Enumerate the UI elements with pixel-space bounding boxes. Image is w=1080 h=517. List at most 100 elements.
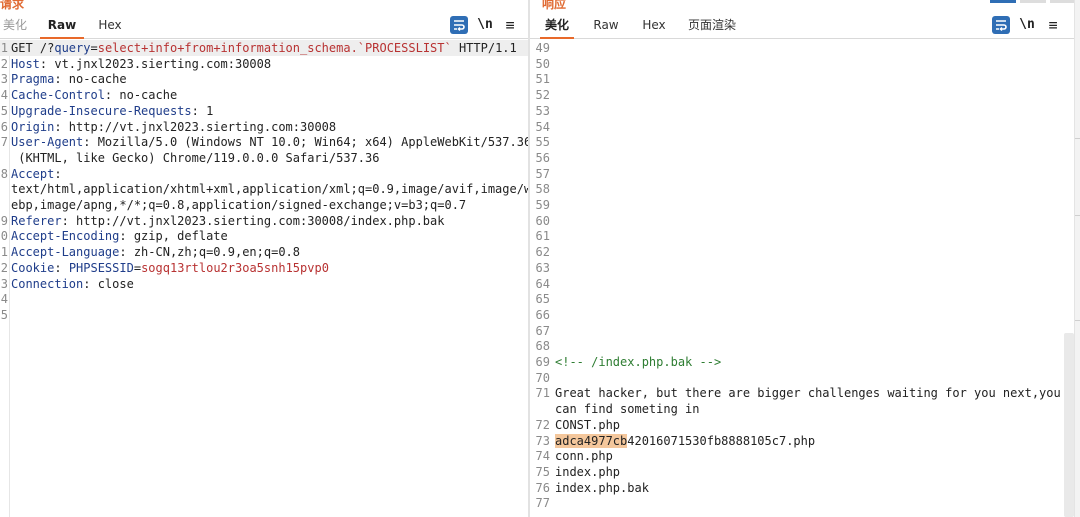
line-number: 77	[535, 496, 550, 511]
line-text[interactable]: Accept-Encoding: gzip, deflate	[11, 228, 228, 244]
code-line: 3 Connection: close	[0, 276, 528, 292]
line-number: 59	[535, 198, 550, 212]
newline-icon[interactable]: \n	[476, 16, 494, 34]
response-tab-raw[interactable]: Raw	[588, 12, 624, 39]
response-scrollbar[interactable]	[1064, 333, 1074, 517]
line-text[interactable]: Connection: close	[11, 276, 134, 292]
request-editor[interactable]: 1 GET /?query=select+info+from+informatio…	[0, 40, 528, 517]
wrap-lines-icon[interactable]	[450, 16, 468, 34]
line-text[interactable]: Host: vt.jnxl2023.sierting.com:30008	[11, 56, 271, 72]
line-text[interactable]: Referer: http://vt.jnxl2023.sierting.com…	[11, 213, 444, 229]
code-token: Cookie	[11, 260, 55, 275]
line-text[interactable]: index.php	[555, 464, 620, 480]
line-text[interactable]: (KHTML, like Gecko) Chrome/119.0.0.0 Saf…	[11, 150, 379, 166]
code-line: 65	[530, 291, 1080, 307]
line-text[interactable]: text/html,application/xhtml+xml,applicat…	[11, 181, 528, 197]
line-number: 4	[0, 88, 8, 103]
wrap-lines-icon[interactable]	[992, 16, 1010, 34]
line-text[interactable]: adca4977cb42016071530fb8888105c7.php	[555, 433, 815, 449]
menu-icon[interactable]: ≡	[1044, 16, 1062, 34]
code-token: conn.php	[555, 449, 613, 464]
line-number: 58	[535, 182, 550, 197]
code-token: <!-- /index.php.bak -->	[555, 355, 722, 369]
response-tab-render[interactable]: 页面渲染	[686, 12, 738, 39]
selected-text: adca4977cb	[555, 433, 628, 448]
code-token: query	[54, 41, 91, 55]
line-number: 49	[535, 41, 550, 55]
code-line: 62	[530, 244, 1080, 260]
code-line: 51	[530, 71, 1080, 87]
line-number: 76	[535, 480, 550, 495]
line-number: 0	[0, 229, 8, 244]
code-token: : Mozilla/5.0 (Windows NT 10.0; Win64; x…	[83, 135, 528, 150]
request-tab-pretty[interactable]: 美化	[0, 12, 30, 39]
code-line: 73 adca4977cb42016071530fb8888105c7.php	[530, 433, 1080, 449]
request-tab-raw[interactable]: Raw	[40, 12, 84, 39]
code-token: : no-cache	[104, 88, 178, 103]
code-token: Accept-Encoding	[11, 229, 120, 244]
code-line: 75 index.php	[530, 464, 1080, 480]
line-text[interactable]: User-Agent: Mozilla/5.0 (Windows NT 10.0…	[11, 134, 528, 150]
code-line: 7 User-Agent: Mozilla/5.0 (Windows NT 10.…	[0, 134, 528, 150]
code-line: 1 GET /?query=select+info+from+informatio…	[0, 40, 528, 56]
code-token: PHPSESSID	[68, 260, 134, 275]
code-line: 4 Cache-Control: no-cache	[0, 87, 528, 103]
line-text[interactable]: conn.php	[555, 448, 613, 464]
line-number: 57	[535, 166, 550, 181]
code-token: Pragma	[11, 72, 55, 87]
line-number: 1	[0, 41, 8, 55]
menu-icon[interactable]: ≡	[501, 16, 519, 34]
code-token: Upgrade-Insecure-Requests	[11, 103, 192, 118]
code-token: =	[90, 41, 98, 55]
line-text[interactable]: Great hacker, but there are bigger chall…	[555, 385, 1061, 401]
line-text[interactable]: ebp,image/apng,*/*;q=0.8,application/sig…	[11, 197, 466, 213]
line-text[interactable]: Accept:	[11, 166, 62, 182]
code-token: text/html,application/xhtml+xml,applicat…	[11, 182, 528, 197]
line-number: 56	[535, 150, 550, 165]
code-line: 56	[530, 150, 1080, 166]
code-token: : http://vt.jnxl2023.sierting.com:30008/…	[61, 213, 445, 228]
request-tab-hex[interactable]: Hex	[92, 12, 128, 39]
code-token: sogq13rtlou2r3oa5snh15pvp0	[141, 260, 329, 275]
response-tab-pretty[interactable]: 美化	[540, 12, 574, 39]
code-line: 55	[530, 134, 1080, 150]
response-editor[interactable]: 49 50 51 52 53 54 55 56 57 58 59 60 61 62 63 64 65 66 67 68…	[530, 40, 1080, 517]
code-token: =	[133, 260, 142, 275]
line-number: 9	[0, 213, 8, 228]
code-token: :	[54, 166, 62, 181]
newline-icon[interactable]: \n	[1018, 16, 1036, 34]
line-text[interactable]: Cookie: PHPSESSID=sogq13rtlou2r3oa5snh15…	[11, 260, 329, 276]
line-text[interactable]: Upgrade-Insecure-Requests: 1	[11, 103, 213, 119]
code-line: ebp,image/apng,*/*;q=0.8,application/sig…	[0, 197, 528, 213]
line-text[interactable]: can find someting in	[555, 401, 700, 417]
code-line: 66	[530, 307, 1080, 323]
code-line: 60	[530, 213, 1080, 229]
line-number: 2	[0, 56, 8, 71]
response-pane: 响应 美化 Raw Hex 页面渲染 \n ≡ 49 50 51 52 53 54 55 56…	[530, 0, 1080, 517]
code-line: 59	[530, 197, 1080, 213]
line-text[interactable]: Cache-Control: no-cache	[11, 87, 177, 103]
line-number: 69	[535, 355, 550, 369]
code-token: : gzip, deflate	[119, 229, 228, 244]
response-tab-hex[interactable]: Hex	[636, 12, 672, 39]
line-text[interactable]: Origin: http://vt.jnxl2023.sierting.com:…	[11, 119, 336, 135]
line-text[interactable]: Pragma: no-cache	[11, 71, 127, 87]
line-number: 64	[535, 276, 550, 291]
line-text[interactable]: GET /?query=select+info+from+information…	[11, 40, 517, 56]
line-text[interactable]: <!-- /index.php.bak -->	[555, 354, 721, 370]
line-number: 62	[535, 245, 550, 260]
line-number: 3	[0, 72, 8, 87]
line-number: 65	[535, 292, 550, 307]
code-token: : close	[83, 276, 134, 291]
code-line: 70	[530, 370, 1080, 386]
code-token: Connection	[11, 276, 84, 291]
code-line: 54	[530, 119, 1080, 135]
line-number: 7	[0, 135, 8, 150]
code-token: Referer	[11, 213, 62, 228]
line-text[interactable]: CONST.php	[555, 417, 620, 433]
code-line: 6 Origin: http://vt.jnxl2023.sierting.com…	[0, 119, 528, 135]
line-text[interactable]: Accept-Language: zh-CN,zh;q=0.9,en;q=0.8	[11, 244, 300, 260]
line-text[interactable]: index.php.bak	[555, 480, 649, 496]
code-token: Accept-Language	[11, 245, 120, 260]
line-number: 70	[535, 370, 550, 385]
